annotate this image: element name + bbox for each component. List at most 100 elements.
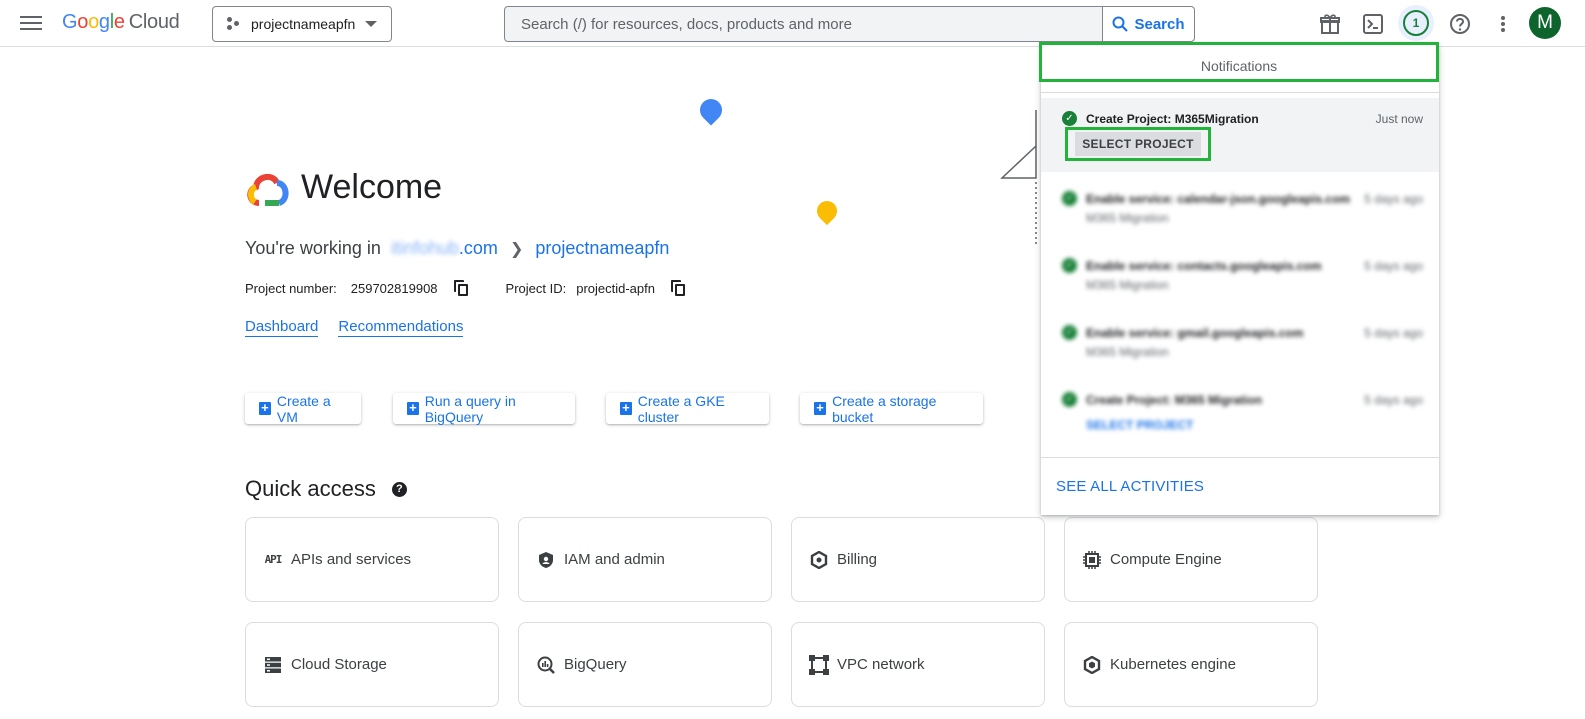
check-circle-icon: ✓ — [1062, 111, 1077, 126]
add-icon: + — [407, 401, 419, 415]
welcome-header: Welcome — [245, 168, 442, 207]
select-project-button[interactable]: SELECT PROJECT — [1065, 127, 1211, 161]
divider — [1041, 92, 1439, 93]
avatar[interactable]: M — [1529, 7, 1561, 39]
network-icon — [809, 654, 829, 675]
help-icon[interactable] — [1446, 10, 1474, 38]
notification-subtitle: M365 Migration — [1086, 278, 1169, 292]
card-billing[interactable]: Billing — [791, 517, 1045, 602]
notifications-count-badge: 1 — [1403, 10, 1429, 36]
search-input[interactable] — [505, 7, 1102, 41]
recommendations-link[interactable]: Recommendations — [338, 318, 464, 337]
add-icon: + — [620, 401, 632, 415]
see-all-activities-link[interactable]: SEE ALL ACTIVITIES — [1056, 478, 1204, 495]
card-compute-engine[interactable]: Compute Engine — [1064, 517, 1318, 602]
organization-link[interactable]: itinfohub.com — [391, 238, 498, 259]
action-label: Create a GKE cluster — [637, 392, 725, 425]
logo-letter: o — [88, 11, 99, 33]
check-circle-icon: ✓ — [1062, 392, 1077, 407]
project-id-value: projectid-apfn — [576, 280, 655, 296]
card-label: BigQuery — [564, 656, 627, 673]
action-label: Create a storage bucket — [832, 392, 937, 425]
organization-domain: .com — [458, 238, 498, 258]
working-in-breadcrumb: You're working in itinfohub.com ❯ projec… — [245, 238, 669, 259]
notifications-panel: Notifications ✓ Create Project: M365Migr… — [1039, 42, 1439, 515]
api-icon: API — [264, 553, 283, 566]
notification-subtitle: M365 Migration — [1086, 211, 1169, 225]
billing-icon — [809, 550, 829, 570]
decorative-illustration — [1000, 110, 1037, 245]
search-icon — [1112, 16, 1129, 32]
project-number-label: Project number: — [245, 280, 337, 296]
notifications-header: Notifications — [1039, 42, 1439, 82]
card-cloud-storage[interactable]: Cloud Storage — [245, 622, 499, 707]
card-label: Compute Engine — [1110, 551, 1222, 568]
dashboard-link[interactable]: Dashboard — [245, 318, 319, 337]
card-vpc-network[interactable]: VPC network — [791, 622, 1045, 707]
search-bar: Search — [504, 6, 1195, 42]
notification-item[interactable]: ✓ Enable service: calendar-json.googleap… — [1041, 190, 1439, 230]
logo-cloud-text: Cloud — [128, 11, 180, 33]
storage-icon — [263, 655, 283, 675]
card-iam-and-admin[interactable]: IAM and admin — [518, 517, 772, 602]
cloud-shell-icon[interactable] — [1359, 10, 1387, 38]
decorative-yellow-shape — [812, 196, 842, 226]
card-kubernetes-engine[interactable]: Kubernetes engine — [1064, 622, 1318, 707]
notification-time: Just now — [1375, 112, 1423, 126]
notifications-title: Notifications — [1200, 58, 1278, 74]
quick-access-heading: Quick access ? — [245, 476, 407, 502]
notification-time: 5 days ago — [1364, 259, 1423, 273]
shield-icon — [536, 550, 556, 570]
card-label: Billing — [837, 551, 878, 568]
run-bigquery-button[interactable]: + Run a query in BigQuery — [393, 392, 575, 425]
check-circle-icon: ✓ — [1062, 325, 1077, 340]
action-label: Run a query in BigQuery — [424, 392, 516, 425]
create-gke-cluster-button[interactable]: + Create a GKE cluster — [606, 392, 769, 425]
notification-title: Enable service: gmail.googleapis.com — [1086, 326, 1304, 340]
gift-icon[interactable] — [1316, 10, 1344, 38]
top-bar: GoogleCloud projectnameapfn Search 1 M — [0, 0, 1585, 47]
project-meta: Project number: 259702819908 Project ID:… — [245, 280, 723, 296]
create-vm-button[interactable]: + Create a VM — [245, 393, 361, 425]
select-project-label: SELECT PROJECT — [1075, 132, 1201, 156]
card-label: IAM and admin — [564, 551, 665, 568]
project-id-label: Project ID: — [505, 280, 567, 296]
project-number-value: 259702819908 — [350, 280, 438, 296]
create-storage-bucket-button[interactable]: + Create a storage bucket — [800, 392, 983, 425]
help-icon[interactable]: ? — [391, 481, 407, 497]
google-cloud-logo[interactable]: Google Cloud — [62, 11, 180, 34]
project-link[interactable]: projectnameapfn — [535, 238, 669, 259]
logo-letter: o — [77, 11, 89, 33]
notification-item[interactable]: ✓ Create Project: M365 Migration 5 days … — [1041, 391, 1439, 433]
project-selector-label: projectnameapfn — [251, 16, 356, 32]
select-project-link[interactable]: SELECT PROJECT — [1086, 418, 1193, 432]
add-icon: + — [259, 401, 271, 415]
notification-time: 5 days ago — [1364, 326, 1423, 340]
more-vert-icon[interactable] — [1489, 10, 1517, 38]
project-icon — [227, 17, 241, 31]
notification-title: Create Project: M365Migration — [1086, 112, 1259, 126]
logo-letter: G — [62, 11, 78, 33]
notification-title: Enable service: contacts.googleapis.com — [1086, 259, 1322, 273]
quick-access-title: Quick access — [245, 476, 376, 501]
decorative-blue-shape — [695, 94, 727, 126]
search-button[interactable]: Search — [1102, 7, 1194, 41]
notification-item[interactable]: ✓ Enable service: contacts.googleapis.co… — [1041, 257, 1439, 297]
chevron-down-icon — [365, 21, 377, 27]
menu-icon[interactable] — [20, 13, 42, 33]
check-circle-icon: ✓ — [1062, 191, 1077, 206]
welcome-links: Dashboard Recommendations — [245, 318, 483, 337]
logo-letter: g — [98, 11, 110, 33]
card-bigquery[interactable]: BigQuery — [518, 622, 772, 707]
page-title: Welcome — [301, 168, 443, 206]
project-selector[interactable]: projectnameapfn — [212, 6, 392, 42]
notifications-button[interactable]: 1 — [1398, 5, 1434, 41]
card-label: Kubernetes engine — [1110, 656, 1236, 673]
notification-item[interactable]: ✓ Enable service: gmail.googleapis.com 5… — [1041, 324, 1439, 364]
card-apis-and-services[interactable]: API APIs and services — [245, 517, 499, 602]
copy-icon[interactable] — [671, 280, 685, 296]
copy-icon[interactable] — [453, 280, 468, 296]
logo-letter: e — [113, 11, 125, 33]
divider — [1041, 457, 1439, 458]
notification-time: 5 days ago — [1364, 192, 1423, 206]
